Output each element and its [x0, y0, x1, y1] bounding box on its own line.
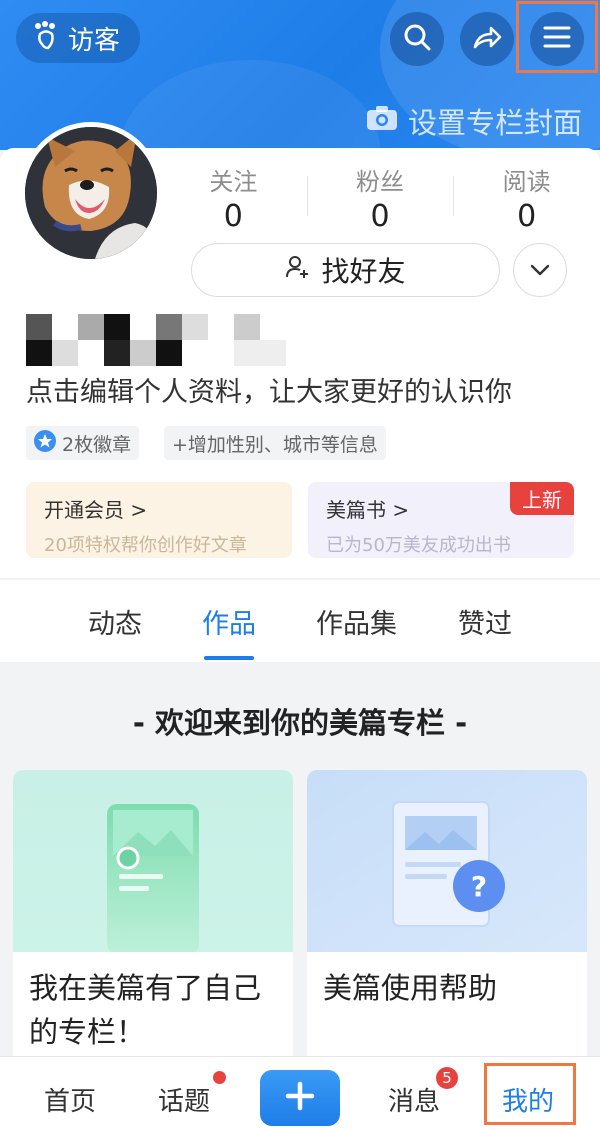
help-card[interactable]: ? 美篇使用帮助	[307, 770, 587, 1060]
stat-value: 0	[223, 199, 243, 234]
edit-profile-prompt[interactable]: 点击编辑个人资料，让大家更好的认识你	[26, 370, 512, 409]
find-friends-label: 找好友	[321, 255, 406, 288]
messages-badge: 5	[436, 1067, 458, 1089]
mine-highlight-box	[484, 1063, 576, 1125]
search-button[interactable]	[390, 12, 444, 66]
tab-liked[interactable]: 赞过	[458, 602, 512, 641]
topics-notification-dot	[213, 1071, 226, 1084]
new-tag: 上新	[510, 482, 574, 515]
stat-label: 关注	[209, 168, 258, 196]
expand-button[interactable]	[513, 243, 567, 297]
find-friends-button[interactable]: 找好友	[191, 243, 500, 297]
stat-label: 粉丝	[356, 168, 404, 196]
vip-promo-title: 开通会员 >	[44, 498, 148, 522]
nav-home[interactable]: 首页	[44, 1081, 96, 1118]
stats-row: 关注 0 粉丝 0 阅读 0	[160, 162, 600, 234]
tab-works[interactable]: 作品	[202, 602, 256, 641]
stat-value: 0	[370, 199, 390, 234]
book-promo-card[interactable]: 美篇书 > 已为50万美友成功出书 上新	[308, 482, 574, 558]
header-decoration	[120, 60, 380, 150]
stat-label: 阅读	[502, 168, 551, 196]
tab-activity[interactable]: 动态	[88, 602, 142, 641]
my-column-text: 我在美篇有了自己的专栏！	[29, 971, 262, 1049]
set-cover-label: 设置专栏封面	[407, 106, 582, 140]
tab-collections[interactable]: 作品集	[316, 602, 397, 641]
menu-highlight-box	[516, 1, 598, 73]
vip-promo-card[interactable]: 开通会员 > 20项特权帮你创作好文章	[26, 482, 292, 558]
chevron-down-icon	[530, 261, 550, 280]
share-icon	[472, 23, 502, 55]
content-tabs: 动态 作品 作品集 赞过	[0, 580, 600, 662]
my-column-card[interactable]: 我在美篇有了自己的专栏！	[13, 770, 293, 1060]
visitor-button[interactable]: 访客	[16, 13, 140, 63]
profile-card: 关注 0 粉丝 0 阅读 0 找好友 点击编辑个人资料，让大家更好的认识你 2枚…	[0, 122, 600, 578]
camera-icon	[366, 104, 398, 138]
svg-text:?: ?	[471, 870, 487, 903]
stat-following[interactable]: 关注 0	[160, 162, 307, 234]
book-promo-subtitle: 已为50万美友成功出书	[326, 535, 511, 556]
badges-chip[interactable]: 2枚徽章	[26, 426, 140, 460]
plus-icon	[285, 1081, 315, 1115]
stat-followers[interactable]: 粉丝 0	[306, 162, 454, 234]
nav-messages[interactable]: 消息	[388, 1081, 440, 1118]
username-redacted	[26, 314, 296, 366]
welcome-heading: - 欢迎来到你的美篇专栏 -	[132, 706, 468, 740]
search-icon	[402, 22, 432, 56]
help-illustration: ?	[307, 770, 587, 952]
nav-topics[interactable]: 话题	[158, 1081, 210, 1118]
add-info-chip[interactable]: +增加性别、城市等信息	[164, 426, 386, 460]
stat-value: 0	[517, 199, 537, 234]
create-button[interactable]	[260, 1070, 340, 1126]
footprint-icon	[32, 20, 60, 57]
stat-reads[interactable]: 阅读 0	[453, 162, 600, 234]
vip-promo-subtitle: 20项特权帮你创作好文章	[44, 535, 247, 556]
help-text: 美篇使用帮助	[323, 971, 498, 1005]
add-user-icon	[285, 254, 311, 287]
active-tab-indicator	[204, 656, 254, 660]
badges-label: 2枚徽章	[62, 433, 132, 456]
visitor-label: 访客	[68, 25, 121, 56]
share-button[interactable]	[460, 12, 514, 66]
star-badge-icon	[34, 429, 56, 457]
column-illustration	[13, 770, 293, 954]
avatar[interactable]	[20, 122, 162, 264]
set-cover-button[interactable]: 设置专栏封面	[366, 100, 582, 142]
